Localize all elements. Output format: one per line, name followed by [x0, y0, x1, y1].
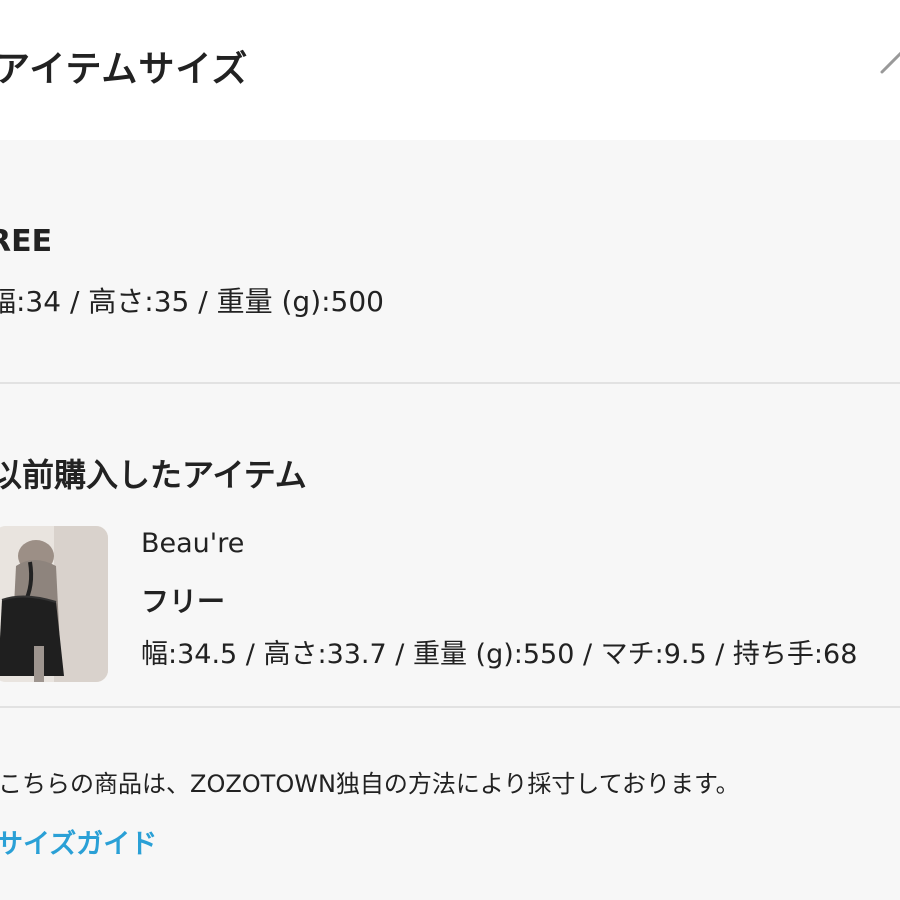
bag-photo-icon: [0, 526, 108, 682]
purchased-size-label: フリー: [141, 585, 226, 618]
divider: [0, 382, 900, 384]
page-title: アイテムサイズ: [0, 49, 249, 90]
brand-name: Beau're: [141, 528, 245, 559]
divider: [0, 706, 900, 708]
size-guide-link[interactable]: サイズガイド: [0, 822, 157, 861]
previous-purchase-title: 以前購入したアイテム: [0, 456, 307, 494]
close-icon[interactable]: [876, 48, 900, 88]
header-bar: アイテムサイズ: [0, 0, 900, 140]
size-measurements: 幅:34 / 高さ:35 / 重量 (g):500: [0, 285, 384, 318]
size-label: REE: [0, 224, 53, 259]
purchased-measurements: 幅:34.5 / 高さ:33.7 / 重量 (g):550 / マチ:9.5 /…: [141, 639, 858, 670]
product-thumbnail[interactable]: [0, 526, 108, 682]
size-panel: REE 幅:34 / 高さ:35 / 重量 (g):500 以前購入したアイテム…: [0, 140, 900, 900]
measurement-note: こちらの商品は、ZOZOTOWN独自の方法により採寸しております。: [0, 770, 740, 798]
